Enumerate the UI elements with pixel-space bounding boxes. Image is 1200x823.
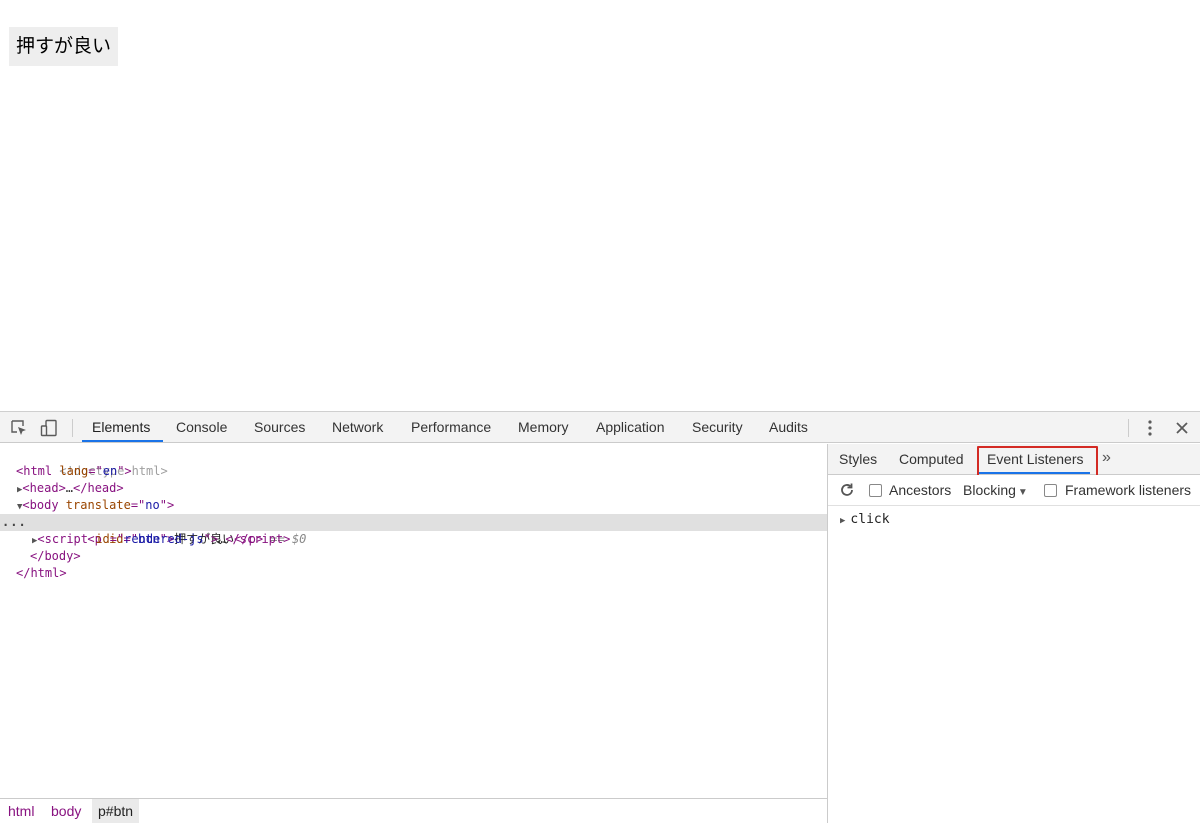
script-attr-name: id <box>95 532 110 546</box>
tab-audits[interactable]: Audits <box>769 412 808 443</box>
active-tab-indicator <box>82 440 163 442</box>
page-viewport: 押すが良い <box>0 0 1200 411</box>
gutter-dots[interactable]: ... <box>2 514 27 531</box>
device-toolbar-icon[interactable] <box>38 417 60 439</box>
tab-console[interactable]: Console <box>176 412 227 443</box>
dom-line-html[interactable]: <html lang="en"> <box>0 463 827 480</box>
blocking-label: Blocking <box>963 482 1016 498</box>
html-tag-name: html <box>23 464 53 478</box>
tab-memory[interactable]: Memory <box>518 412 569 443</box>
expand-triangle-icon[interactable]: ▶ <box>840 516 845 526</box>
ancestors-checkbox[interactable] <box>869 484 882 497</box>
dom-line-body-close[interactable]: </body> <box>0 548 827 565</box>
head-tag-name: head <box>29 481 59 495</box>
dom-tree: <!doctype html> <html lang="en"> ▶<head>… <box>0 444 827 797</box>
toolbar-divider <box>72 419 73 437</box>
push-button[interactable]: 押すが良い <box>9 27 119 66</box>
tab-performance[interactable]: Performance <box>411 412 491 443</box>
collapsed-ellipsis: … <box>65 481 74 495</box>
dom-line-doctype[interactable]: <!doctype html> <box>0 446 827 478</box>
tab-elements[interactable]: Elements <box>92 412 150 443</box>
script-close-tag-name: script <box>239 532 284 546</box>
script-tag-name: script <box>44 532 89 546</box>
toolbar-divider <box>1128 419 1129 437</box>
head-close-tag-name: head <box>87 481 117 495</box>
tab-application[interactable]: Application <box>596 412 665 443</box>
tab-security[interactable]: Security <box>692 412 743 443</box>
event-listener-toolbar: Ancestors Blocking ▼ Framework listeners <box>828 475 1200 506</box>
body-attr-value: no <box>145 498 160 512</box>
html-attr-name: lang <box>59 464 89 478</box>
tab-computed[interactable]: Computed <box>899 444 964 474</box>
sidebar-tabs: Styles Computed Event Listeners » <box>828 444 1200 477</box>
framework-listeners-label: Framework listeners <box>1065 482 1192 498</box>
body-attr-name: translate <box>65 498 131 512</box>
listener-item-click[interactable]: ▶ click <box>840 511 890 528</box>
more-tabs-icon[interactable]: » <box>1102 444 1111 474</box>
breadcrumb-p-btn[interactable]: p#btn <box>92 799 140 823</box>
dom-line-script[interactable]: ▶<script id="rendered-js">…</script> <box>0 531 827 548</box>
refresh-icon[interactable] <box>838 481 856 499</box>
body-tag-name: body <box>29 498 59 512</box>
event-listener-list: ▶ click <box>828 507 1200 823</box>
dom-line-html-close[interactable]: </html> <box>0 565 827 582</box>
tab-network[interactable]: Network <box>332 412 383 443</box>
blocking-dropdown[interactable]: Blocking ▼ <box>963 475 1028 505</box>
more-vertical-icon[interactable] <box>1139 417 1161 439</box>
framework-listeners-checkbox[interactable] <box>1044 484 1057 497</box>
ancestors-label: Ancestors <box>889 482 952 498</box>
dom-line-head[interactable]: ▶<head>…</head> <box>0 480 827 497</box>
breadcrumb-body[interactable]: body <box>45 799 87 823</box>
breadcrumb: html body p#btn <box>0 798 827 823</box>
tab-styles[interactable]: Styles <box>839 444 877 474</box>
devtools-toolbar: Elements Console Sources Network Perform… <box>0 412 1200 443</box>
listener-name: click <box>850 512 890 527</box>
breadcrumb-html[interactable]: html <box>2 799 40 823</box>
close-icon[interactable] <box>1171 417 1193 439</box>
script-attr-value: rendered-js <box>124 532 204 546</box>
html-close-tag-name: html <box>30 566 60 580</box>
annotation-highlight-box <box>977 446 1098 477</box>
html-attr-value: en <box>102 464 118 478</box>
dropdown-arrow-icon: ▼ <box>1017 487 1028 498</box>
devtools-panel: Elements Console Sources Network Perform… <box>0 411 1200 823</box>
dom-line-body[interactable]: ▼<body translate="no"> <box>0 497 827 514</box>
dom-line-p-selected[interactable]: ... <p id="btn">押すが良い</p> == $0 <box>0 514 827 546</box>
body-close-tag-name: body <box>44 549 74 563</box>
inspect-element-icon[interactable] <box>8 417 30 439</box>
tab-sources[interactable]: Sources <box>254 412 305 443</box>
